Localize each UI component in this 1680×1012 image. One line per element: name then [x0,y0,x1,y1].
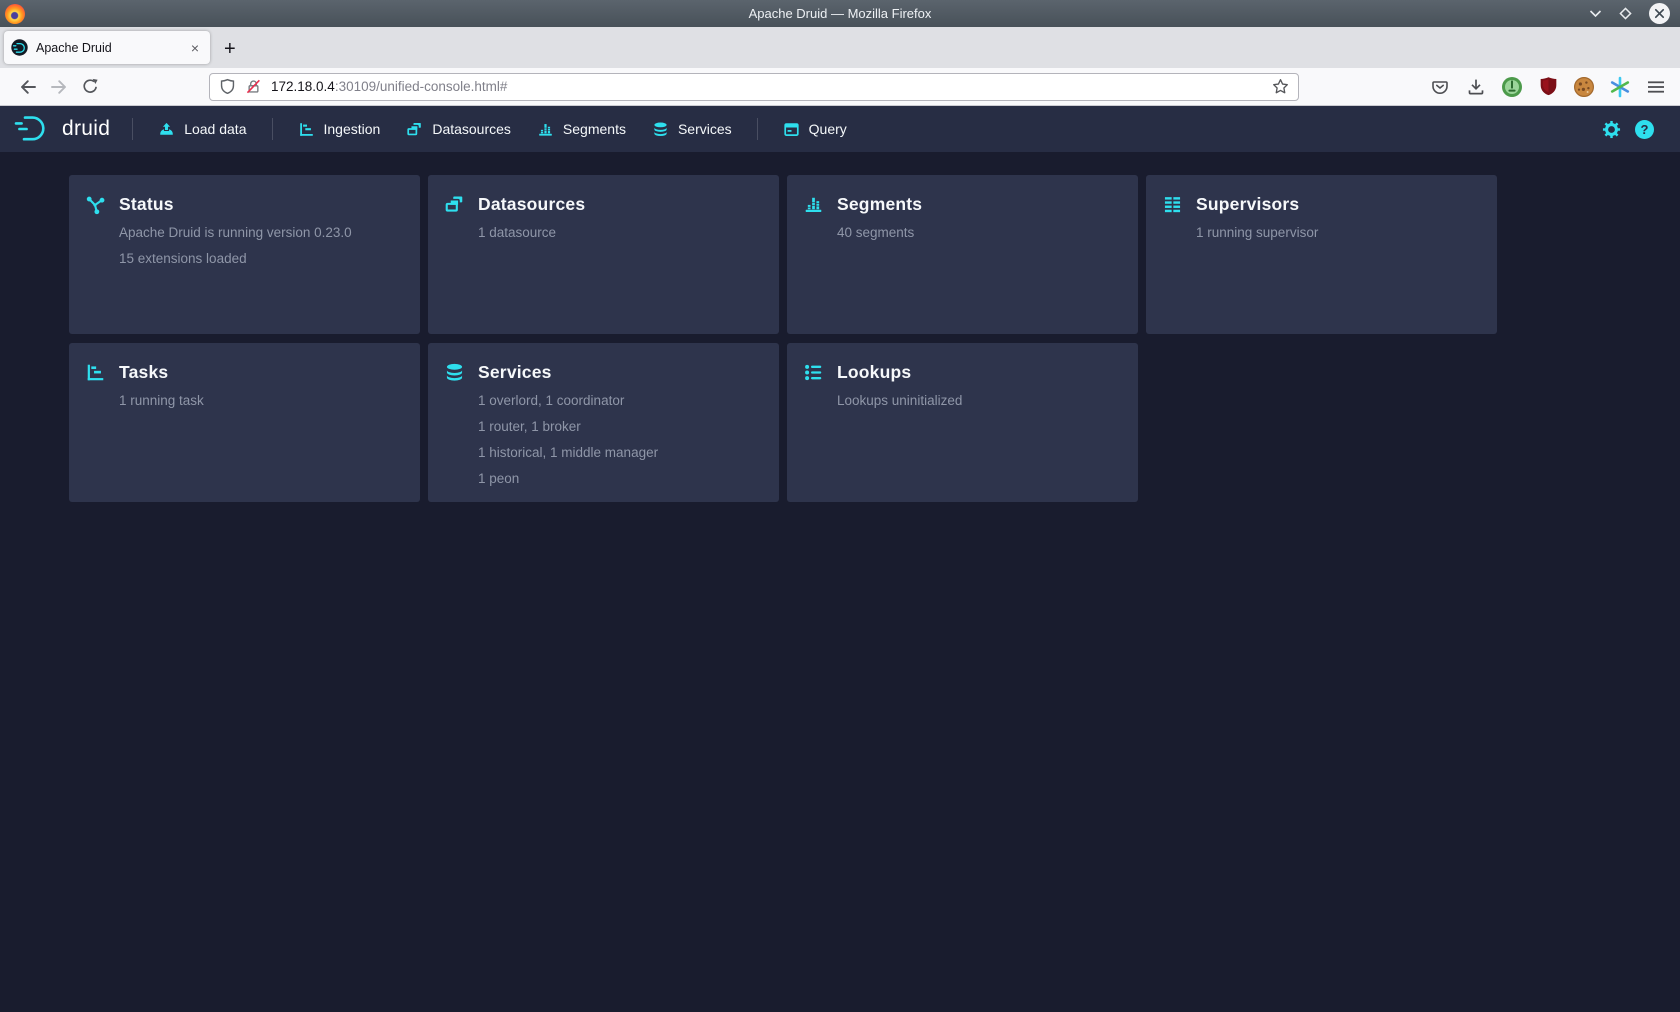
services-line: 1 historical, 1 middle manager [478,446,763,460]
address-bar[interactable]: 172.18.0.4:30109/unified-console.html# [209,73,1299,101]
reload-icon[interactable] [74,72,105,102]
help-icon[interactable]: ? [1635,120,1654,139]
services-line: 1 overlord, 1 coordinator [478,394,763,408]
services-line: 1 router, 1 broker [478,420,763,434]
nav-item-ingestion[interactable]: Ingestion [285,106,394,152]
gear-icon[interactable] [1602,120,1621,139]
nav-item-services[interactable]: Services [639,106,745,152]
cookie-icon[interactable] [1573,76,1595,98]
extension-green-icon[interactable] [1501,76,1523,98]
druid-favicon-icon [11,39,28,56]
datasources-count-text: 1 datasource [478,226,763,240]
download-icon[interactable] [1465,76,1487,98]
nav-label: Services [678,121,732,137]
lookups-status-text: Lookups uninitialized [837,394,1122,408]
card-title: Services [478,362,552,383]
upload-icon [158,121,175,138]
card-tasks[interactable]: Tasks 1 running task [69,343,420,502]
card-title: Supervisors [1196,194,1299,215]
nav-item-segments[interactable]: Segments [524,106,639,152]
card-datasources[interactable]: Datasources 1 datasource [428,175,779,334]
status-version-text: Apache Druid is running version 0.23.0 [119,226,404,240]
url-text: 172.18.0.4:30109/unified-console.html# [271,79,507,94]
pocket-icon[interactable] [1429,76,1451,98]
back-icon[interactable] [12,72,43,102]
druid-logo[interactable]: druid [0,113,120,145]
home-view: Status Apache Druid is running version 0… [0,152,1680,1012]
window-titlebar: Apache Druid — Mozilla Firefox [0,0,1680,27]
toolbar-extensions [1429,76,1680,98]
card-supervisors[interactable]: Supervisors 1 running supervisor [1146,175,1497,334]
menu-hamburger-icon[interactable] [1645,76,1667,98]
card-title: Datasources [478,194,585,215]
supervisors-count-text: 1 running supervisor [1196,226,1481,240]
database-icon [444,362,465,383]
browser-toolbar: 172.18.0.4:30109/unified-console.html# [0,68,1680,106]
database-icon [652,121,669,138]
multi-layers-icon [406,121,423,138]
nav-label: Datasources [432,121,511,137]
minimize-icon[interactable] [1589,9,1602,18]
bar-chart-icon [803,194,824,215]
card-title: Segments [837,194,922,215]
gantt-chart-icon [298,121,315,138]
forward-icon[interactable] [43,72,74,102]
nav-label: Segments [563,121,626,137]
close-icon[interactable] [1649,3,1670,24]
druid-navbar: druid Load data Ingestion Datasources Se… [0,106,1680,152]
tab-title: Apache Druid [36,41,187,55]
list-columns-icon [1162,194,1183,215]
navbar-right: ? [1602,120,1680,139]
nav-label: Query [809,121,847,137]
firefox-icon [5,4,25,24]
card-services[interactable]: Services 1 overlord, 1 coordinator 1 rou… [428,343,779,502]
nav-label: Ingestion [324,121,381,137]
nav-item-query[interactable]: Query [770,106,860,152]
gantt-chart-icon [85,362,106,383]
shield-icon[interactable] [219,78,236,95]
bar-chart-icon [537,121,554,138]
divider [132,118,133,140]
status-extensions-text: 15 extensions loaded [119,252,404,266]
card-title: Tasks [119,362,168,383]
card-lookups[interactable]: Lookups Lookups uninitialized [787,343,1138,502]
nav-item-datasources[interactable]: Datasources [393,106,524,152]
console-icon [783,121,800,138]
tab-apache-druid[interactable]: Apache Druid × [4,31,210,64]
graph-icon [85,194,106,215]
nav-item-load-data[interactable]: Load data [145,106,259,152]
card-title: Lookups [837,362,911,383]
extension-asterisk-icon[interactable] [1609,76,1631,98]
druid-logo-icon [13,113,53,145]
window-controls [1589,3,1680,24]
lock-insecure-icon[interactable] [245,78,262,95]
multi-layers-icon [444,194,465,215]
window-title: Apache Druid — Mozilla Firefox [0,6,1680,21]
segments-count-text: 40 segments [837,226,1122,240]
new-tab-button[interactable]: + [224,39,236,59]
cards-grid: Status Apache Druid is running version 0… [69,175,1680,502]
maximize-icon[interactable] [1618,6,1633,21]
druid-wordmark: druid [62,117,110,141]
divider [272,118,273,140]
url-host: 172.18.0.4 [271,79,335,94]
tab-strip: Apache Druid × + [0,27,1680,68]
ublock-icon[interactable] [1537,76,1559,98]
card-status[interactable]: Status Apache Druid is running version 0… [69,175,420,334]
card-segments[interactable]: Segments 40 segments [787,175,1138,334]
nav-label: Load data [184,121,246,137]
card-title: Status [119,194,174,215]
services-line: 1 peon [478,472,763,486]
tasks-count-text: 1 running task [119,394,404,408]
tab-close-icon[interactable]: × [187,41,203,55]
divider [757,118,758,140]
url-path: :30109/unified-console.html# [335,79,508,94]
bookmark-star-icon[interactable] [1272,78,1289,95]
properties-list-icon [803,362,824,383]
